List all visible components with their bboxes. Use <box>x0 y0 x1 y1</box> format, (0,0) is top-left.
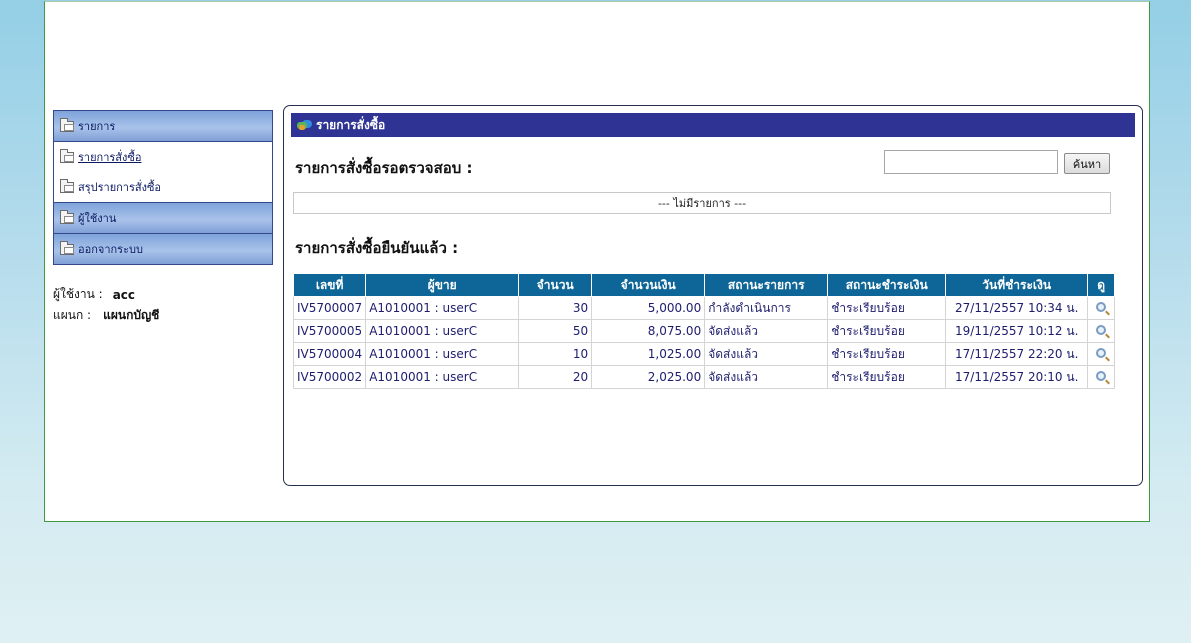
cell-number: IV5700002 <box>292 365 367 389</box>
table-header-row: เลขที่ ผู้ขาย จำนวน จำนวนเงิน สถานะรายกา… <box>292 273 1116 297</box>
column-header-amount[interactable]: จำนวนเงิน <box>591 273 706 297</box>
department-label: แผนก : <box>53 308 92 322</box>
cell-status: จัดส่งแล้ว <box>704 319 829 343</box>
sidebar-header-label: ออกจากระบบ <box>78 243 143 256</box>
sidebar-item-label[interactable]: สรุปรายการสั่งซื้อ <box>78 178 161 196</box>
magnifier-icon[interactable] <box>1096 302 1107 312</box>
cell-seller: A1010001 : userC <box>365 342 520 366</box>
column-header-number[interactable]: เลขที่ <box>292 273 367 297</box>
search-input[interactable] <box>884 150 1058 174</box>
table-row: IV5700007 A1010001 : userC 30 5,000.00 ก… <box>292 296 1116 320</box>
cart-icon <box>297 119 312 131</box>
cell-payment: ชำระเรียบร้อย <box>827 296 947 320</box>
magnifier-icon[interactable] <box>1096 348 1107 358</box>
pending-section-title: รายการสั่งซื้อรอตรวจสอบ : <box>295 159 473 177</box>
cell-view <box>1087 296 1116 320</box>
department-value: แผนกบัญชี <box>103 308 160 322</box>
cell-amount: 8,075.00 <box>591 319 706 343</box>
column-header-payment[interactable]: สถานะชำระเงิน <box>827 273 947 297</box>
user-info: ผู้ใช้งาน : acc แผนก : แผนกบัญชี <box>53 284 159 326</box>
empty-message: --- ไม่มีรายการ --- <box>293 192 1111 214</box>
cell-date: 27/11/2557 10:34 น. <box>945 296 1089 320</box>
table-row: IV5700002 A1010001 : userC 20 2,025.00 จ… <box>292 365 1116 389</box>
sidebar-item-label[interactable]: รายการสั่งซื้อ <box>78 148 141 166</box>
cell-number: IV5700004 <box>292 342 367 366</box>
cell-quantity: 30 <box>518 296 593 320</box>
column-header-status[interactable]: สถานะรายการ <box>704 273 829 297</box>
cell-quantity: 20 <box>518 365 593 389</box>
folder-icon <box>60 117 74 132</box>
cell-payment: ชำระเรียบร้อย <box>827 342 947 366</box>
folder-icon <box>60 240 74 255</box>
sidebar-header-orders[interactable]: รายการ <box>54 111 272 142</box>
cell-status: จัดส่งแล้ว <box>704 365 829 389</box>
folder-icon <box>60 178 74 193</box>
sidebar-header-logout[interactable]: ออกจากระบบ <box>54 234 272 264</box>
cell-view <box>1087 365 1116 389</box>
panel-header: รายการสั่งซื้อ <box>291 113 1135 137</box>
cell-status: กำลังดำเนินการ <box>704 296 829 320</box>
sidebar-menu: รายการ รายการสั่งซื้อ สรุปรายการสั่งซื้อ… <box>53 110 273 265</box>
sidebar-header-users[interactable]: ผู้ใช้งาน <box>54 202 272 234</box>
cell-payment: ชำระเรียบร้อย <box>827 319 947 343</box>
cell-quantity: 10 <box>518 342 593 366</box>
folder-icon <box>60 148 74 163</box>
magnifier-icon[interactable] <box>1096 325 1107 335</box>
sidebar-item-orders[interactable]: รายการสั่งซื้อ <box>54 142 272 172</box>
cell-amount: 1,025.00 <box>591 342 706 366</box>
cell-view <box>1087 342 1116 366</box>
column-header-view: ดู <box>1087 273 1116 297</box>
column-header-date[interactable]: วันที่ชำระเงิน <box>945 273 1089 297</box>
cell-date: 17/11/2557 22:20 น. <box>945 342 1089 366</box>
cell-amount: 2,025.00 <box>591 365 706 389</box>
sidebar-header-label: รายการ <box>78 120 116 133</box>
cell-seller: A1010001 : userC <box>365 296 520 320</box>
cell-payment: ชำระเรียบร้อย <box>827 365 947 389</box>
table-row: IV5700005 A1010001 : userC 50 8,075.00 จ… <box>292 319 1116 343</box>
orders-panel: รายการสั่งซื้อ รายการสั่งซื้อรอตรวจสอบ :… <box>283 105 1143 486</box>
cell-seller: A1010001 : userC <box>365 319 520 343</box>
search-button[interactable]: ค้นหา <box>1064 153 1110 174</box>
cell-date: 19/11/2557 10:12 น. <box>945 319 1089 343</box>
cell-status: จัดส่งแล้ว <box>704 342 829 366</box>
panel-title: รายการสั่งซื้อ <box>316 117 386 132</box>
sidebar-item-order-summary[interactable]: สรุปรายการสั่งซื้อ <box>54 172 272 202</box>
table-row: IV5700004 A1010001 : userC 10 1,025.00 จ… <box>292 342 1116 366</box>
cell-number: IV5700005 <box>292 319 367 343</box>
cell-number: IV5700007 <box>292 296 367 320</box>
confirmed-section-title: รายการสั่งซื้อยืนยันแล้ว : <box>295 239 459 257</box>
cell-quantity: 50 <box>518 319 593 343</box>
cell-date: 17/11/2557 20:10 น. <box>945 365 1089 389</box>
column-header-quantity[interactable]: จำนวน <box>518 273 593 297</box>
user-label: ผู้ใช้งาน : <box>53 287 103 301</box>
orders-table: เลขที่ ผู้ขาย จำนวน จำนวนเงิน สถานะรายกา… <box>292 273 1116 389</box>
folder-icon <box>60 209 74 224</box>
cell-seller: A1010001 : userC <box>365 365 520 389</box>
cell-amount: 5,000.00 <box>591 296 706 320</box>
cell-view <box>1087 319 1116 343</box>
magnifier-icon[interactable] <box>1096 371 1107 381</box>
sidebar-header-label: ผู้ใช้งาน <box>78 212 117 225</box>
column-header-seller[interactable]: ผู้ขาย <box>365 273 520 297</box>
user-value: acc <box>112 287 136 302</box>
